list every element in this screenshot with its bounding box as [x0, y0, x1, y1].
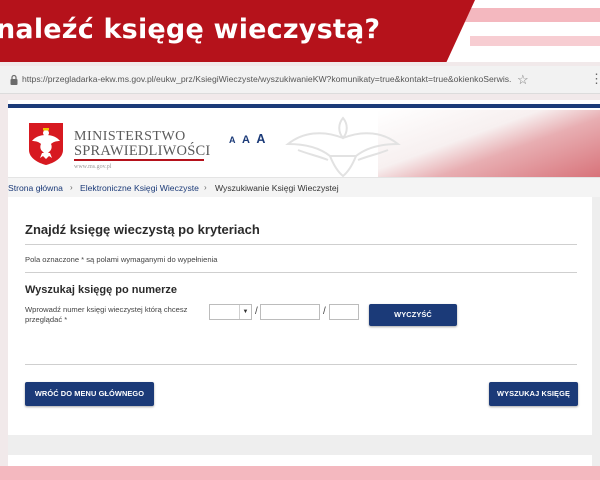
web-page: MINISTERSTWO SPRAWIEDLIWOŚCI www.ms.gov.… [8, 100, 600, 480]
eagle-watermark-icon [285, 116, 401, 177]
ministry-name-line2: SPRAWIEDLIWOŚCI [74, 143, 211, 159]
breadcrumb: Strona główna › Elektroniczne Księgi Wie… [8, 177, 600, 197]
check-digit-input[interactable] [329, 304, 359, 320]
breadcrumb-current: Wyszukiwanie Księgi Wieczystej [215, 183, 339, 193]
breadcrumb-home-link[interactable]: Strona główna [8, 183, 63, 193]
search-book-button[interactable]: WYSZUKAJ KSIĘGĘ [489, 382, 578, 406]
chevron-down-icon[interactable]: ▼ [239, 305, 251, 319]
font-size-large-button[interactable]: A [256, 132, 265, 146]
section-title: Wyszukaj księgę po numerze [25, 284, 178, 296]
site-header: MINISTERSTWO SPRAWIEDLIWOŚCI www.ms.gov.… [8, 110, 600, 177]
court-code-select[interactable]: ▼ [209, 304, 252, 320]
slash-separator: / [255, 306, 258, 317]
kw-number-label: Wprowadź numer księgi wieczystej którą c… [25, 305, 188, 324]
font-size-small-button[interactable]: A [229, 135, 236, 145]
bottom-decoration [0, 466, 600, 480]
ministry-name: MINISTERSTWO SPRAWIEDLIWOŚCI [74, 129, 211, 159]
banner-decoration [450, 8, 600, 22]
font-size-switcher: A A A [229, 130, 267, 148]
ministry-red-rule [74, 159, 204, 161]
lock-icon [10, 74, 18, 85]
star-icon[interactable]: ☆ [517, 72, 529, 88]
ministry-url: www.ms.gov.pl [74, 164, 112, 170]
breadcrumb-separator-icon: › [70, 183, 73, 192]
clear-button[interactable]: WYCZYŚĆ [369, 304, 457, 326]
banner-decoration [470, 36, 600, 46]
polish-eagle-crest-icon [29, 123, 63, 165]
form-title: Znajdź księgę wieczystą po kryteriach [25, 222, 260, 237]
breadcrumb-section-link[interactable]: Elektroniczne Księgi Wieczyste [80, 183, 199, 193]
breadcrumb-separator-icon: › [204, 183, 207, 192]
back-to-main-menu-button[interactable]: WRÓĆ DO MENU GŁÓWNEGO [25, 382, 154, 406]
slash-separator: / [323, 306, 326, 317]
ministry-name-line1: MINISTERSTWO [74, 129, 186, 144]
url-text[interactable]: https://przegladarka-ekw.ms.gov.pl/eukw_… [22, 74, 512, 84]
required-fields-note: Pola oznaczone * są polami wymaganymi do… [25, 255, 218, 264]
header-top-line [8, 104, 600, 108]
font-size-medium-button[interactable]: A [242, 134, 250, 146]
menu-dots-icon[interactable]: ⋮ [590, 71, 600, 87]
browser-address-bar[interactable]: https://przegladarka-ekw.ms.gov.pl/eukw_… [0, 66, 600, 94]
divider [25, 364, 577, 365]
banner-title: naleźć księgę wieczystą? [0, 14, 381, 45]
divider [25, 244, 577, 245]
divider [25, 272, 577, 273]
kw-number-input[interactable] [260, 304, 320, 320]
